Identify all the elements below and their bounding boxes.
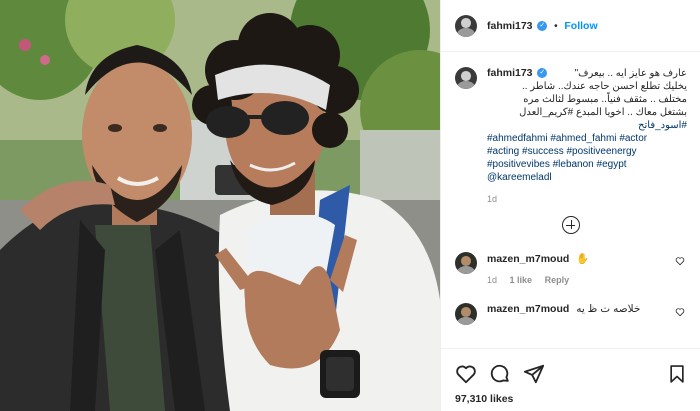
comment-meta: 1d 1 like Reply	[487, 275, 589, 285]
photo-illustration	[0, 0, 440, 411]
caption-line: يخليك تطلع احسن حاجه عندك.. شاطر ..	[521, 81, 687, 92]
author-username[interactable]: fahmi173	[487, 20, 533, 32]
caption-line: عارف هو عايز ايه .. بيعرف"	[574, 68, 687, 79]
comments-section[interactable]: fahmi173 ✓ عارف هو عايز ايه .. بيعرف" يخ…	[441, 53, 700, 348]
post-photo[interactable]	[0, 0, 440, 411]
hashtag-link[interactable]: #ahmedfahmi	[487, 133, 548, 144]
author-avatar[interactable]	[455, 14, 477, 37]
hashtag-link[interactable]: #lebanon	[553, 159, 594, 170]
caption-hashtag-line[interactable]: #اسود_فاتح	[487, 119, 687, 132]
hashtag-link[interactable]: #success	[522, 146, 564, 157]
follow-button[interactable]: Follow	[564, 20, 597, 32]
comment: mazen_m7moud خلاصه ت ظ يه	[455, 303, 687, 325]
comment-like-heart-icon[interactable]	[675, 307, 685, 317]
mention-line: @kareemeladl	[487, 171, 687, 184]
post-actions: 97,310 likes	[441, 348, 700, 411]
comment-like-heart-icon[interactable]	[675, 256, 685, 266]
comment-time[interactable]: 1d	[487, 275, 497, 285]
hashtag-line: #ahmedfahmi #ahmed_fahmi #actor	[487, 132, 687, 145]
comment-icon[interactable]	[489, 363, 511, 385]
hashtag-line: #acting #success #positiveenergy	[487, 145, 687, 158]
comment-likes[interactable]: 1 like	[510, 275, 533, 285]
caption-author-avatar[interactable]	[455, 67, 477, 89]
hashtag-link[interactable]: #ahmed_fahmi	[550, 133, 616, 144]
bookmark-icon[interactable]	[667, 363, 687, 385]
hashtag-link[interactable]: #actor	[619, 133, 647, 144]
hashtag-line: #positivevibes #lebanon #egypt	[487, 158, 687, 171]
commenter-username[interactable]: mazen_m7moud	[487, 253, 569, 265]
comment-text: ✋	[576, 253, 590, 265]
comment-text: خلاصه ت ظ يه	[576, 303, 641, 315]
separator-dot: •	[554, 20, 558, 32]
caption-line: مختلف .. مثقف فنياً.. مبسوط لثالث مره	[523, 94, 687, 105]
caption-line: بشتغل معاك .. اخويا المبدع #كريم_العدل	[519, 107, 687, 118]
caption-username[interactable]: fahmi173	[487, 67, 533, 79]
post-header: fahmi173 ✓ • Follow	[441, 0, 700, 52]
commenter-avatar[interactable]	[455, 303, 477, 325]
like-count[interactable]: 97,310 likes	[455, 393, 687, 405]
caption-meta: 1d	[487, 194, 687, 204]
hashtag-link[interactable]: #positiveenergy	[567, 146, 637, 157]
hashtag-link[interactable]: #egypt	[597, 159, 627, 170]
verified-badge-icon: ✓	[537, 20, 548, 31]
caption-time[interactable]: 1d	[487, 194, 497, 204]
comment: mazen_m7moud ✋ 1d 1 like Reply	[455, 252, 687, 285]
load-more-comments-icon[interactable]	[562, 216, 580, 234]
commenter-avatar[interactable]	[455, 252, 477, 274]
heart-icon[interactable]	[455, 363, 477, 385]
caption: fahmi173 ✓ عارف هو عايز ايه .. بيعرف" يخ…	[455, 67, 687, 204]
hashtag-link[interactable]: #acting	[487, 146, 519, 157]
reply-button[interactable]: Reply	[545, 275, 570, 285]
mention-link[interactable]: @kareemeladl	[487, 172, 552, 183]
commenter-username[interactable]: mazen_m7moud	[487, 303, 569, 315]
hashtag-link[interactable]: #positivevibes	[487, 159, 550, 170]
post-side-panel: fahmi173 ✓ • Follow fahmi173 ✓ عارف هو ع…	[440, 0, 700, 411]
verified-badge-icon: ✓	[537, 68, 548, 79]
share-icon[interactable]	[523, 363, 545, 385]
